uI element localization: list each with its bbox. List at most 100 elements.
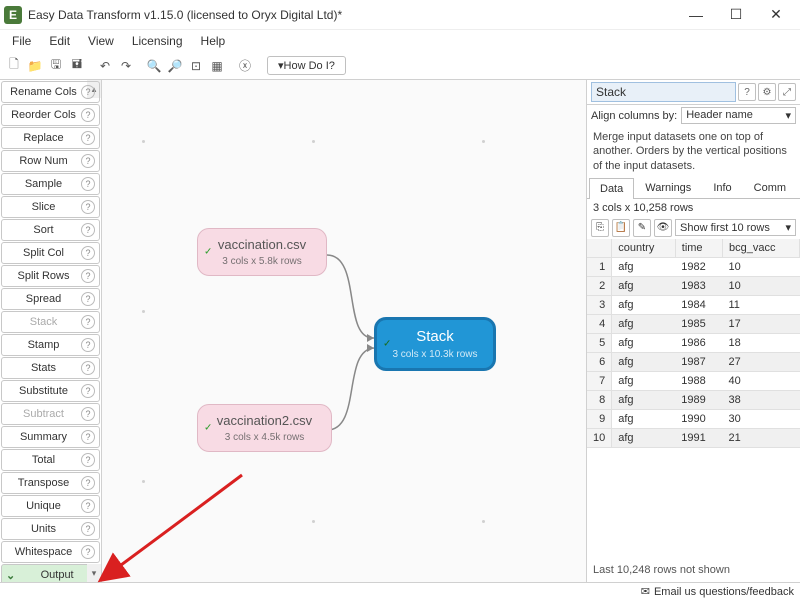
save-icon[interactable]: 🖫 [46,56,66,76]
table-row[interactable]: 1afg198210 [587,257,800,276]
help-icon[interactable]: ? [81,85,95,99]
transform-rename-cols[interactable]: Rename Cols? [1,81,100,103]
transform-units[interactable]: Units? [1,518,100,540]
help-icon[interactable]: ? [81,430,95,444]
edit-icon[interactable]: ✎ [633,219,651,237]
table-row[interactable]: 9afg199030 [587,409,800,428]
help-icon[interactable]: ? [81,131,95,145]
node-vaccination2-csv[interactable]: ✓ vaccination2.csv 3 cols x 4.5k rows [197,404,332,452]
transform-total[interactable]: Total? [1,449,100,471]
table-row[interactable]: 7afg198840 [587,371,800,390]
col-header-bcg-vacc[interactable]: bcg_vacc [722,239,799,258]
open-icon[interactable]: 📁 [25,56,45,76]
minimize-button[interactable]: — [676,1,716,29]
help-icon[interactable]: ? [81,384,95,398]
transform-sort[interactable]: Sort? [1,219,100,241]
transform-unique[interactable]: Unique? [1,495,100,517]
tab-info[interactable]: Info [702,177,742,198]
node-title: Stack [391,328,479,345]
zoom-out-icon[interactable]: 🔍 [144,56,164,76]
table-row[interactable]: 5afg198618 [587,333,800,352]
help-icon[interactable]: ? [81,177,95,191]
transform-stats[interactable]: Stats? [1,357,100,379]
undo-icon[interactable]: ↶ [95,56,115,76]
table-row[interactable]: 3afg198411 [587,295,800,314]
tab-warnings[interactable]: Warnings [634,177,702,198]
table-row[interactable]: 6afg198727 [587,352,800,371]
help-icon[interactable]: ? [81,522,95,536]
menu-file[interactable]: File [4,32,39,50]
transform-spread[interactable]: Spread? [1,288,100,310]
saveas-icon[interactable]: 🖬 [67,56,87,76]
feedback-link[interactable]: Email us questions/feedback [654,586,794,598]
zoom-in-icon[interactable]: 🔎 [165,56,185,76]
transform-subtract[interactable]: Subtract? [1,403,100,425]
help-icon[interactable]: ? [81,499,95,513]
help-icon[interactable]: ? [81,545,95,559]
transform-whitespace[interactable]: Whitespace? [1,541,100,563]
help-icon[interactable]: ? [81,338,95,352]
transform-substitute[interactable]: Substitute? [1,380,100,402]
transform-transpose[interactable]: Transpose? [1,472,100,494]
copy-icon[interactable]: ⎘ [591,219,609,237]
transform-split-rows[interactable]: Split Rows? [1,265,100,287]
menu-view[interactable]: View [80,32,122,50]
help-icon[interactable]: ? [81,476,95,490]
help-icon[interactable]: ? [81,108,95,122]
menu-licensing[interactable]: Licensing [124,32,191,50]
view-icon[interactable]: 👁 [654,219,672,237]
node-name-field[interactable]: Stack [591,82,736,102]
delete-icon[interactable]: ⓧ [235,56,255,76]
data-preview-table: country time bcg_vacc 1afg1982102afg1983… [587,239,800,448]
tab-data[interactable]: Data [589,178,634,199]
help-icon[interactable]: ? [81,315,95,329]
transform-row-num[interactable]: Row Num? [1,150,100,172]
grid-icon[interactable]: ▦ [207,56,227,76]
menu-help[interactable]: Help [193,32,234,50]
node-vaccination-csv[interactable]: ✓ vaccination.csv 3 cols x 5.8k rows [197,228,327,276]
transform-slice[interactable]: Slice? [1,196,100,218]
paste-icon[interactable]: 📋 [612,219,630,237]
table-row[interactable]: 8afg198938 [587,390,800,409]
transform-summary[interactable]: Summary? [1,426,100,448]
help-icon[interactable]: ? [81,407,95,421]
help-icon[interactable]: ? [81,453,95,467]
settings-icon[interactable]: ⚙ [758,83,776,101]
tab-comments[interactable]: Comm [743,177,797,198]
close-button[interactable]: ✕ [756,1,796,29]
sidebar-scroll-down[interactable]: ▾ [87,564,101,582]
menu-edit[interactable]: Edit [41,32,78,50]
mail-icon[interactable]: ✉ [641,585,650,598]
new-icon[interactable]: 🗋 [4,56,24,76]
transform-stamp[interactable]: Stamp? [1,334,100,356]
align-columns-select[interactable]: Header name ▾ [681,107,796,124]
help-icon[interactable]: ? [81,269,95,283]
col-header-country[interactable]: country [612,239,676,258]
help-icon[interactable]: ? [81,200,95,214]
node-stack[interactable]: ✓ Stack 3 cols x 10.3k rows [374,317,496,371]
transform-sample[interactable]: Sample? [1,173,100,195]
help-icon[interactable]: ? [81,154,95,168]
transform-stack[interactable]: Stack? [1,311,100,333]
transform-split-col[interactable]: Split Col? [1,242,100,264]
help-icon[interactable]: ? [81,223,95,237]
col-header-time[interactable]: time [675,239,722,258]
help-icon[interactable]: ? [738,83,756,101]
help-icon[interactable]: ? [81,246,95,260]
how-do-i-button[interactable]: ▾How Do I? [267,56,346,75]
table-row[interactable]: 2afg198310 [587,276,800,295]
transform-reorder-cols[interactable]: Reorder Cols? [1,104,100,126]
help-icon[interactable]: ? [81,292,95,306]
show-rows-select[interactable]: Show first 10 rows▾ [675,219,796,236]
canvas[interactable]: ✓ vaccination.csv 3 cols x 5.8k rows ✓ v… [102,80,586,582]
zoom-fit-icon[interactable]: ⊡ [186,56,206,76]
expand-icon[interactable]: ⤢ [778,83,796,101]
maximize-button[interactable]: ☐ [716,1,756,29]
table-row[interactable]: 4afg198517 [587,314,800,333]
align-label: Align columns by: [591,110,677,122]
transform-replace[interactable]: Replace? [1,127,100,149]
output-section-header[interactable]: ⌄Output [1,564,100,582]
help-icon[interactable]: ? [81,361,95,375]
table-row[interactable]: 10afg199121 [587,428,800,447]
redo-icon[interactable]: ↷ [116,56,136,76]
